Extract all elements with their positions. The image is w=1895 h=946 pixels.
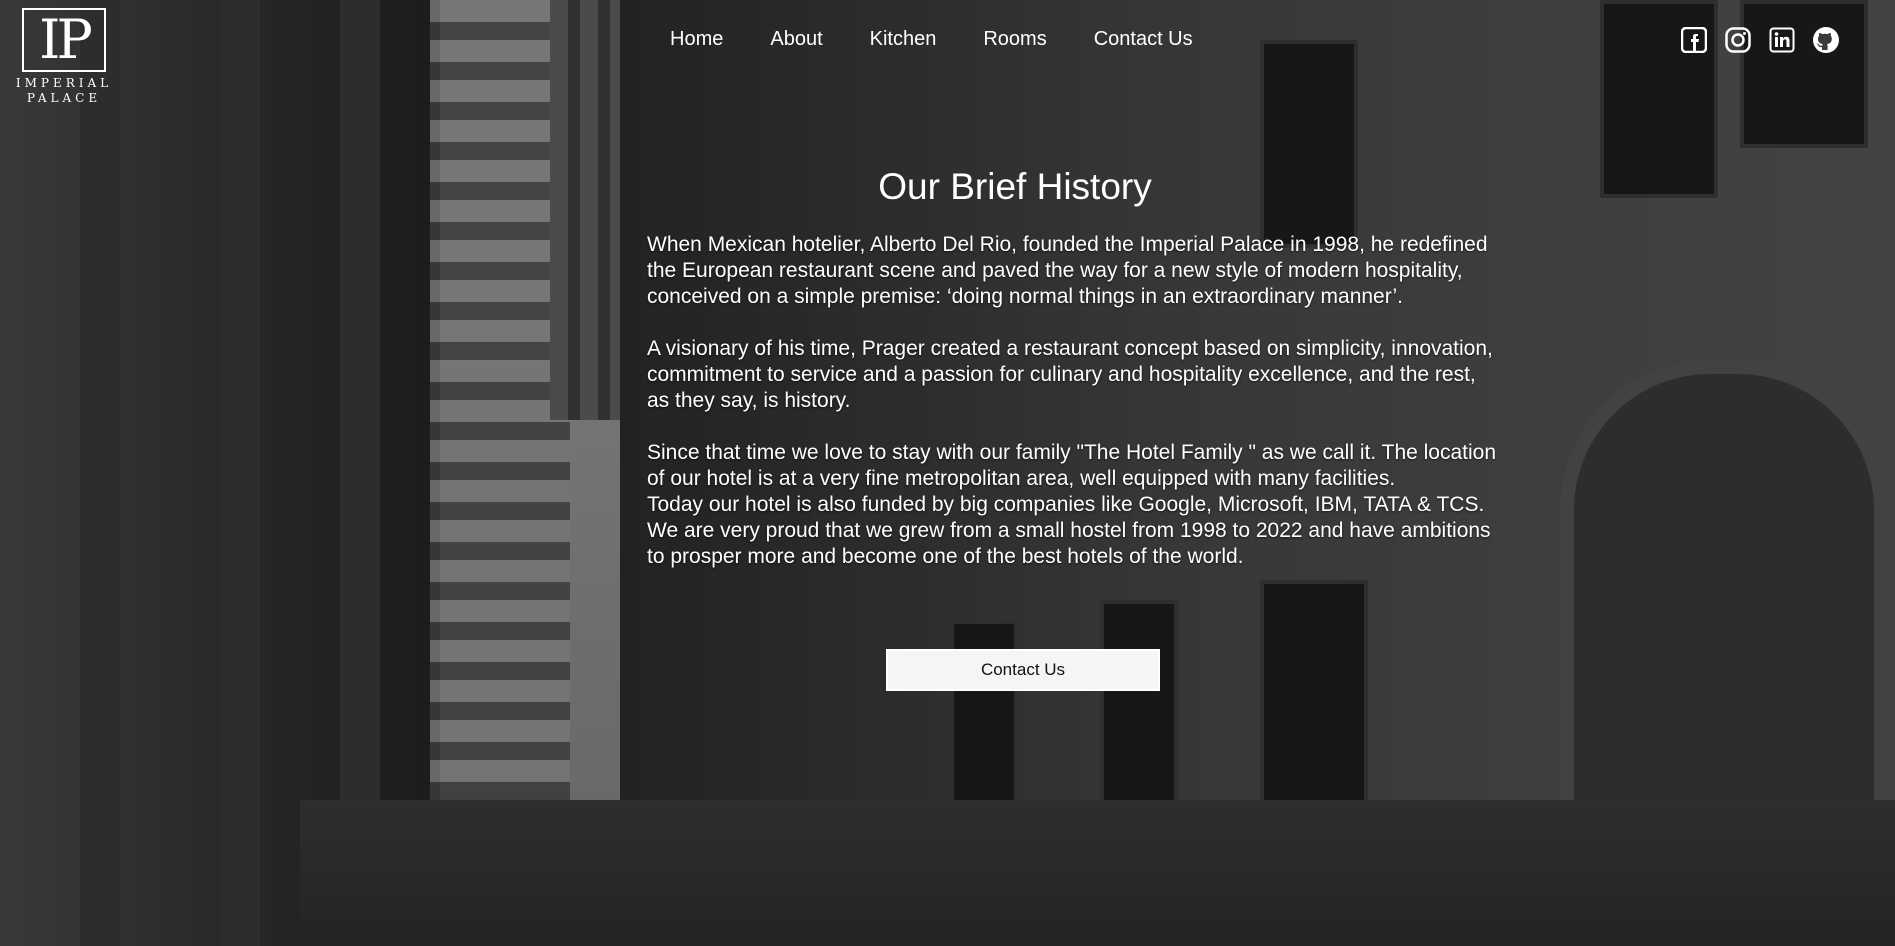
history-paragraph: A visionary of his time, Prager created … xyxy=(647,337,1493,412)
linkedin-icon[interactable] xyxy=(1768,26,1796,54)
facebook-icon[interactable] xyxy=(1680,26,1708,54)
nav-about[interactable]: About xyxy=(770,28,822,51)
page-title: Our Brief History xyxy=(878,166,1152,207)
history-paragraph: When Mexican hotelier, Alberto Del Rio, … xyxy=(647,233,1488,308)
contact-us-button[interactable]: Contact Us xyxy=(886,649,1160,691)
instagram-icon[interactable] xyxy=(1724,26,1752,54)
github-icon[interactable] xyxy=(1812,26,1840,54)
social-links xyxy=(1680,26,1840,54)
nav-kitchen[interactable]: Kitchen xyxy=(870,28,937,51)
history-text: When Mexican hotelier, Alberto Del Rio, … xyxy=(647,232,1497,570)
logo-name-line1: IMPERIAL xyxy=(15,76,113,90)
nav-contact-us[interactable]: Contact Us xyxy=(1094,28,1193,51)
nav-rooms[interactable]: Rooms xyxy=(983,28,1046,51)
nav-home[interactable]: Home xyxy=(670,28,723,51)
history-paragraph: Today our hotel is also funded by big co… xyxy=(647,493,1491,568)
logo-name-line2: PALACE xyxy=(26,91,102,105)
logo-monogram: IP xyxy=(22,8,106,72)
logo[interactable]: IP IMPERIAL PALACE xyxy=(8,8,120,106)
main-nav: Home About Kitchen Rooms Contact Us xyxy=(670,28,1240,51)
history-paragraph: Since that time we love to stay with our… xyxy=(647,441,1497,490)
